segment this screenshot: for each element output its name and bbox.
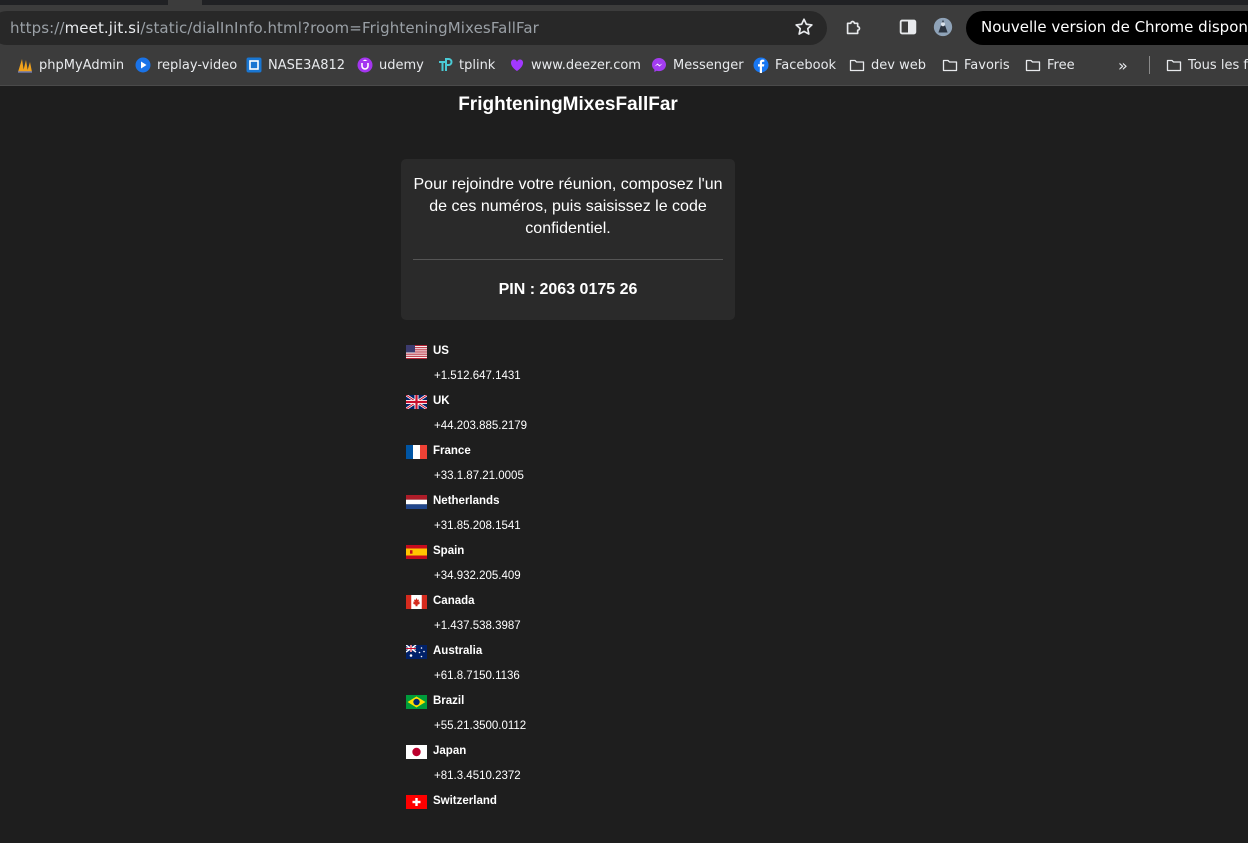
address-bar[interactable]: https://meet.jit.si/static/dialInInfo.ht… [0,11,827,45]
country-row-switzerland: Switzerland [406,793,746,843]
bookmark-facebook[interactable]: Facebook [753,55,836,75]
dial-in-number[interactable]: +33.1.87.21.0005 [434,470,524,482]
profile-avatar-icon[interactable] [932,16,954,38]
country-row-brazil: Brazil +55.21.3500.0112 [406,693,746,743]
dial-in-number[interactable]: +1.437.538.3987 [434,620,521,632]
nas-icon [246,57,262,73]
bookmark-phpmyadmin[interactable]: phpMyAdmin [17,55,124,75]
country-name: Switzerland [433,795,497,807]
browser-chrome: https://meet.jit.si/static/dialInInfo.ht… [0,0,1248,86]
extensions-puzzle-icon[interactable] [843,16,865,38]
dial-in-number[interactable]: +31.85.208.1541 [434,520,521,532]
dial-in-info-card: Pour rejoindre votre réunion, composez l… [401,159,735,320]
phpmyadmin-icon [18,59,32,73]
dial-in-number[interactable]: +55.21.3500.0112 [434,720,526,732]
messenger-icon [652,58,666,72]
country-row-netherlands: Netherlands +31.85.208.1541 [406,493,746,543]
japan-flag-icon [406,745,427,759]
country-name: Japan [433,745,467,757]
folder-icon [1025,59,1041,72]
folder-icon [1166,59,1182,72]
canada-flag-icon [406,595,427,609]
bookmark-folder-dev-web[interactable]: dev web [849,55,926,75]
dial-in-number[interactable]: +44.203.885.2179 [434,420,527,432]
uk-flag-icon [406,395,427,409]
dial-in-number[interactable]: +34.932.205.409 [434,570,521,582]
folder-icon [942,59,958,72]
australia-flag-icon [406,645,427,659]
card-divider [413,259,723,260]
bookmark-nase3a812[interactable]: NASE3A812 [246,55,345,75]
country-name: France [433,445,471,457]
brazil-flag-icon [406,695,427,709]
country-row-france: France +33.1.87.21.0005 [406,443,746,493]
country-name: US [433,345,449,357]
dial-in-number[interactable]: +81.3.4510.2372 [434,770,521,782]
conference-pin: PIN : 2063 0175 26 [498,281,638,298]
facebook-icon [753,57,769,73]
tplink-icon [439,58,453,71]
play-icon [135,57,151,73]
bookmark-star-icon[interactable] [793,16,815,38]
country-row-us: US +1.512.647.1431 [406,343,746,393]
dial-in-numbers-list: US +1.512.647.1431 UK +44.203.885.2179 F… [406,343,746,843]
switzerland-flag-icon [406,795,427,809]
country-name: Spain [433,545,465,557]
dial-in-number[interactable]: +61.8.7150.1136 [434,670,520,682]
bookmark-replay-video[interactable]: replay-video [135,55,237,75]
bookmarks-overflow-button[interactable]: » [1118,55,1128,75]
folder-icon [849,59,865,72]
bookmark-deezer[interactable]: www.deezer.com [509,55,641,75]
country-name: Canada [433,595,475,607]
country-row-spain: Spain +34.932.205.409 [406,543,746,593]
country-name: Netherlands [433,495,500,507]
chrome-divider [0,85,1248,86]
bookmark-messenger[interactable]: Messenger [651,55,744,75]
us-flag-icon [406,345,427,359]
netherlands-flag-icon [406,495,427,509]
chrome-update-button[interactable]: Nouvelle version de Chrome disponible [966,11,1248,45]
bookmark-all-bookmarks[interactable]: Tous les favoris [1166,55,1248,75]
spain-flag-icon [406,545,427,559]
room-name-title: FrighteningMixesFallFar [458,94,678,115]
bookmark-folder-favoris[interactable]: Favoris [942,55,1010,75]
heart-icon [510,59,524,71]
tab-strip [0,0,1248,5]
country-row-japan: Japan +81.3.4510.2372 [406,743,746,793]
side-panel-icon[interactable] [897,16,919,38]
udemy-icon [357,57,373,73]
country-row-australia: Australia +61.8.7150.1136 [406,643,746,693]
country-name: UK [433,395,450,407]
france-flag-icon [406,445,427,459]
country-row-canada: Canada +1.437.538.3987 [406,593,746,643]
bookmarks-bar: phpMyAdmin replay-video NASE3A812 udemy [0,50,1248,80]
bookmark-tplink[interactable]: tplink [437,55,495,75]
bookmark-folder-free[interactable]: Free [1025,55,1075,75]
country-name: Brazil [433,695,465,707]
dial-in-number[interactable]: +1.512.647.1431 [434,370,521,382]
country-name: Australia [433,645,483,657]
bookmark-udemy[interactable]: udemy [357,55,424,75]
chevron-double-right-icon: » [1118,55,1128,75]
url-text[interactable]: https://meet.jit.si/static/dialInInfo.ht… [10,19,539,37]
dial-in-instructions: Pour rejoindre votre réunion, composez l… [413,176,723,237]
country-row-uk: UK +44.203.885.2179 [406,393,746,443]
bookmarks-separator [1149,56,1150,74]
